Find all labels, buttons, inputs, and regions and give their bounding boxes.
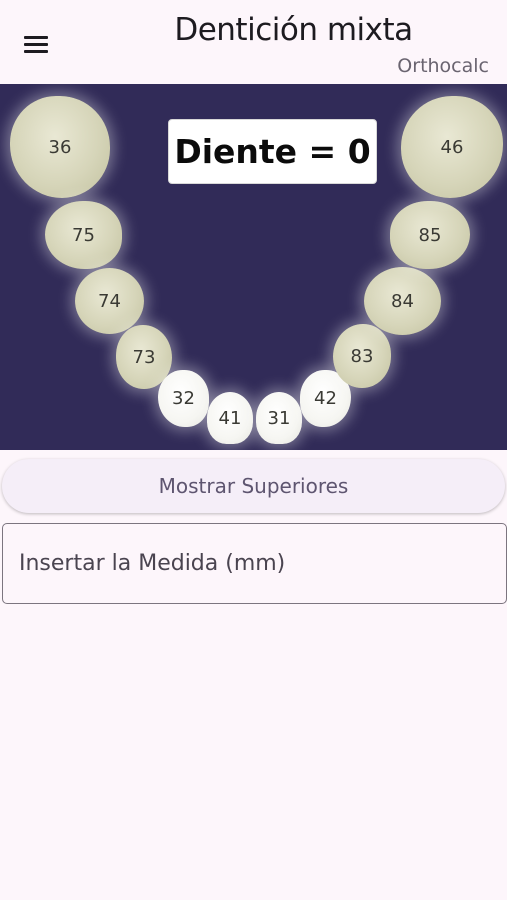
tooth-75[interactable]: 75 bbox=[45, 201, 122, 269]
show-upper-button[interactable]: Mostrar Superiores bbox=[2, 459, 505, 513]
menu-icon[interactable] bbox=[20, 30, 54, 60]
app-bar: Dentición mixta Orthocalc bbox=[0, 0, 507, 84]
tooth-83[interactable]: 83 bbox=[333, 324, 391, 388]
tooth-74[interactable]: 74 bbox=[75, 268, 144, 334]
page-title: Dentición mixta bbox=[174, 12, 413, 48]
dental-arch-panel: 36 75 74 73 32 41 31 42 83 84 85 46 Dien… bbox=[0, 84, 507, 450]
measure-input[interactable] bbox=[2, 523, 507, 604]
tooth-41[interactable]: 41 bbox=[207, 392, 253, 444]
app-subtitle: Orthocalc bbox=[397, 55, 489, 77]
tooth-31[interactable]: 31 bbox=[256, 392, 302, 444]
tooth-85[interactable]: 85 bbox=[390, 201, 470, 269]
tooth-36[interactable]: 36 bbox=[10, 96, 110, 198]
tooth-32[interactable]: 32 bbox=[158, 370, 209, 427]
tooth-46[interactable]: 46 bbox=[401, 96, 503, 198]
selected-tooth-readout: Diente = 0 bbox=[168, 119, 377, 184]
tooth-84[interactable]: 84 bbox=[364, 267, 441, 335]
